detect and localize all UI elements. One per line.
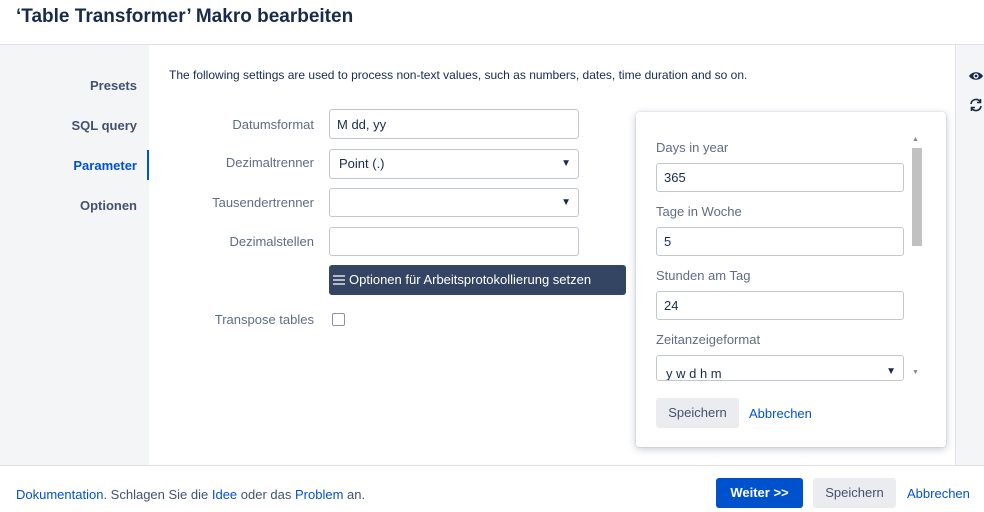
days-in-year-label: Days in year — [656, 140, 729, 155]
time-format-label: Zeitanzeigeformat — [656, 332, 761, 347]
hours-per-day-label: Stunden am Tag — [656, 268, 751, 283]
transpose-label: Transpose tables — [214, 312, 314, 327]
save-button[interactable]: Speichern — [813, 478, 896, 508]
dialog-title: ‘Table Transformer’ Makro bearbeiten — [16, 6, 354, 27]
thousands-separator-select[interactable]: ▼ — [329, 188, 579, 217]
chevron-down-icon: ▼ — [561, 158, 571, 169]
dialog-header: ‘Table Transformer’ Makro bearbeiten — [0, 0, 984, 45]
refresh-icon[interactable] — [968, 97, 984, 113]
worklog-options-label: Optionen für Arbeitsprotokollierung setz… — [349, 272, 592, 287]
intro-text: The following settings are used to proce… — [169, 68, 748, 82]
chevron-down-icon: ▼ — [886, 366, 896, 377]
right-rail — [955, 45, 984, 465]
scroll-down-icon[interactable]: ▼ — [912, 369, 919, 376]
sidebar-item-optionen[interactable]: Optionen — [80, 198, 137, 213]
time-format-select[interactable]: y w d h m ▼ — [656, 355, 904, 381]
problem-link[interactable]: Problem — [295, 487, 343, 502]
decimal-places-label: Dezimalstellen — [229, 234, 314, 249]
date-format-label: Datumsformat — [232, 117, 314, 132]
menu-icon — [333, 275, 345, 285]
transpose-checkbox[interactable] — [332, 313, 345, 326]
sidebar-item-parameter[interactable]: Parameter — [73, 158, 137, 173]
sidebar-item-sql-query[interactable]: SQL query — [71, 118, 137, 133]
eye-icon[interactable] — [968, 68, 984, 84]
popup-cancel-link[interactable]: Abbrechen — [749, 406, 812, 421]
footer-text-2: oder das — [237, 487, 295, 502]
decimal-separator-value: Point (.) — [339, 156, 385, 171]
hours-per-day-input[interactable] — [656, 291, 904, 320]
decimal-separator-select[interactable]: Point (.) ▼ — [329, 149, 579, 179]
chevron-down-icon: ▼ — [561, 197, 571, 208]
days-in-year-input[interactable] — [656, 163, 904, 192]
sidebar: Presets SQL query Parameter Optionen — [0, 45, 149, 465]
cancel-link[interactable]: Abbrechen — [907, 486, 970, 501]
days-in-week-label: Tage in Woche — [656, 204, 742, 219]
decimal-separator-label: Dezimaltrenner — [225, 155, 314, 170]
footer-help-text: Dokumentation. Schlagen Sie die Idee ode… — [16, 487, 365, 502]
idea-link[interactable]: Idee — [212, 487, 237, 502]
footer-text-3: an. — [343, 487, 366, 502]
thousands-separator-label: Tausendertrenner — [212, 195, 314, 210]
decimal-places-input[interactable] — [329, 227, 579, 256]
documentation-link[interactable]: Dokumentation — [16, 487, 103, 502]
days-in-week-input[interactable] — [656, 227, 904, 256]
next-button[interactable]: Weiter >> — [716, 478, 803, 508]
worklog-options-button[interactable]: Optionen für Arbeitsprotokollierung setz… — [329, 265, 626, 295]
popup-save-button[interactable]: Speichern — [656, 398, 739, 428]
time-format-value: y w d h m — [666, 366, 722, 381]
dialog-footer: Dokumentation. Schlagen Sie die Idee ode… — [0, 465, 984, 512]
worklog-options-popup: Days in year Tage in Woche Stunden am Ta… — [636, 112, 946, 447]
date-format-input[interactable] — [329, 109, 579, 139]
footer-text-1: . Schlagen Sie die — [103, 487, 212, 502]
sidebar-item-presets[interactable]: Presets — [90, 78, 137, 93]
scrollbar-thumb[interactable] — [912, 148, 922, 246]
scroll-up-icon[interactable]: ▲ — [912, 136, 919, 143]
